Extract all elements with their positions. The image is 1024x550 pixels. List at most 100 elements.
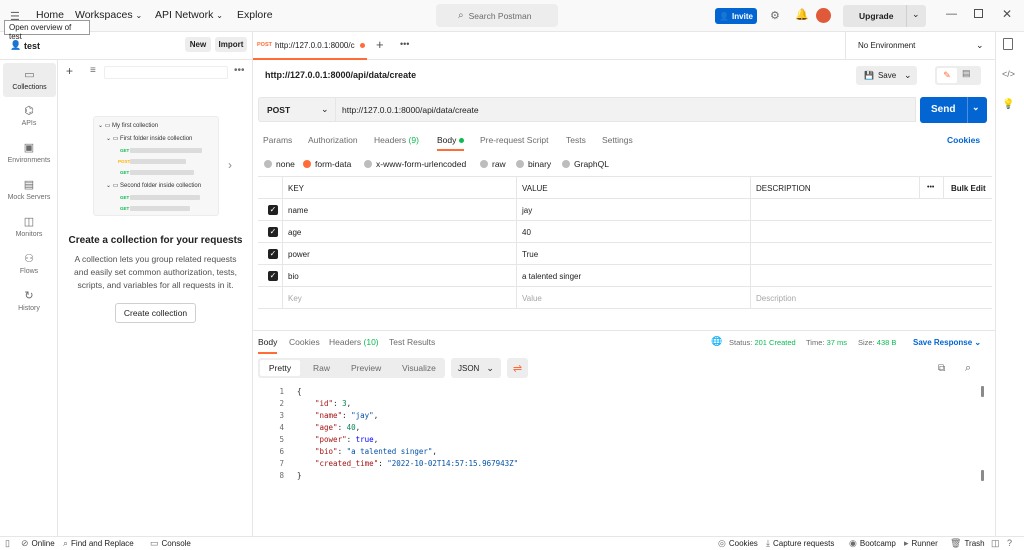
chevron-right-icon[interactable]: › [228,158,232,172]
key-cell[interactable]: name [288,206,308,215]
request-tab[interactable]: POST http://127.0.0.1:8000/c [253,32,367,60]
edit-icon[interactable]: ✎ [937,68,957,83]
copy-icon[interactable]: ⧉ [938,363,945,374]
radio-x-www-form-urlencoded[interactable]: x-www-form-urlencoded [364,159,466,169]
tab-pre-request-script[interactable]: Pre-request Script [480,135,549,145]
radio-graphql[interactable]: GraphQL [562,159,609,169]
row-checkbox[interactable]: ✓ [268,249,278,259]
radio-none[interactable]: none [264,159,295,169]
chevron-down-icon[interactable]: ⌄ [912,9,920,20]
send-button[interactable]: Send ⌄ [920,97,987,123]
row-checkbox[interactable]: ✓ [268,205,278,215]
key-placeholder[interactable]: Key [288,294,302,303]
environment-selector[interactable]: No Environment ⌄ [845,32,995,60]
description-placeholder[interactable]: Description [756,294,796,303]
save-button[interactable]: 💾 Save ⌄ [856,66,917,85]
value-cell[interactable]: 40 [522,228,531,237]
help-icon[interactable]: ? [1007,538,1012,548]
bell-icon[interactable]: 🔔 [795,8,809,21]
create-collection-button[interactable]: Create collection [115,303,196,323]
method-select[interactable]: POST ⌄ [258,97,336,122]
add-icon[interactable]: + [66,64,73,78]
runner-button[interactable]: ▸ Runner [904,538,938,549]
cookies-link[interactable]: Cookies [947,135,980,145]
url-input[interactable]: http://127.0.0.1:8000/api/data/create [336,97,916,122]
import-button[interactable]: Import [215,37,247,52]
pane-divider[interactable] [253,330,995,331]
key-cell[interactable]: bio [288,272,299,281]
comment-icon[interactable]: ▤ [962,68,971,79]
view-tab-visualize[interactable]: Visualize [402,363,436,373]
response-status[interactable]: Status: 201 Created [729,338,796,347]
filter-icon[interactable]: ≡ [90,65,96,76]
search-input[interactable]: ⌕ Search Postman [436,4,558,27]
add-tab-icon[interactable]: + [376,37,384,52]
capture-requests-button[interactable]: ⤓ Capture requests [766,538,834,549]
row-checkbox[interactable]: ✓ [268,227,278,237]
value-cell[interactable]: True [522,250,538,259]
save-response-button[interactable]: Save Response ⌄ [913,338,981,347]
value-cell[interactable]: a talented singer [522,272,581,281]
sidebar-item-mock-servers[interactable]: ▤ Mock Servers [0,179,58,201]
value-cell[interactable]: jay [522,206,532,215]
bootcamp-button[interactable]: ◉ Bootcamp [849,538,896,549]
trash-button[interactable]: 🗑 Trash [950,538,985,549]
sidebar-item-collections[interactable]: ▭ Collections [3,63,56,97]
view-toggle[interactable]: ✎ ▤ [935,66,981,85]
cookies-button[interactable]: ◎ Cookies [718,538,758,549]
wrap-lines-icon[interactable]: ⇌ [507,358,528,378]
scrollbar-thumb[interactable] [981,386,984,397]
lightbulb-icon[interactable]: 💡 [1002,99,1014,110]
key-cell[interactable]: power [288,250,310,259]
sidebar-item-environments[interactable]: ▣ Environments [0,142,58,164]
tab-tests[interactable]: Tests [566,135,586,145]
row-checkbox[interactable]: ✓ [268,271,278,281]
more-options-icon[interactable]: ••• [927,184,934,191]
sidebar-toggle-icon[interactable]: ▯ [5,538,10,549]
tab-authorization[interactable]: Authorization [308,135,358,145]
nav-api-network[interactable]: API Network ⌄ [155,9,223,21]
close-icon[interactable]: ✕ [1002,7,1012,21]
online-status[interactable]: ⊘ Online [21,538,55,549]
scrollbar-thumb[interactable] [981,470,984,481]
response-tab-body[interactable]: Body [258,337,278,354]
workspace-name[interactable]: test [24,41,40,51]
maximize-icon[interactable] [974,9,983,18]
tab-params[interactable]: Params [263,135,292,145]
sidebar-item-apis[interactable]: ⌬ APIs [0,105,58,127]
tab-headers[interactable]: Headers (9) [374,135,419,145]
format-select[interactable]: JSON ⌄ [451,358,501,378]
response-tab-test-results[interactable]: Test Results [389,337,435,347]
response-tab-cookies[interactable]: Cookies [289,337,320,347]
find-replace-button[interactable]: ⌕ Find and Replace [63,538,134,549]
more-tabs-icon[interactable]: ••• [400,39,409,49]
gear-icon[interactable]: ⚙ [770,9,780,22]
layout-icon[interactable]: ◫ [991,538,1000,549]
upgrade-button[interactable]: Upgrade ⌄ [843,5,926,27]
minimize-icon[interactable]: — [946,8,957,20]
bulk-edit-button[interactable]: Bulk Edit [951,184,986,193]
value-placeholder[interactable]: Value [522,294,542,303]
nav-explore[interactable]: Explore [237,9,273,21]
view-tab-raw[interactable]: Raw [313,363,330,373]
chevron-down-icon[interactable]: ⌄ [904,70,912,81]
tab-settings[interactable]: Settings [602,135,633,145]
chevron-down-icon[interactable]: ⌄ [972,102,980,113]
key-cell[interactable]: age [288,228,301,237]
more-options-icon[interactable]: ••• [234,65,245,76]
sidebar-item-flows[interactable]: ⚇ Flows [0,253,58,275]
radio-form-data[interactable]: form-data [303,159,351,169]
request-title[interactable]: http://127.0.0.1:8000/api/data/create [265,70,416,80]
search-icon[interactable]: ⌕ [965,362,971,375]
response-size[interactable]: Size: 438 B [858,338,896,347]
code-icon[interactable]: </> [1002,69,1015,79]
globe-icon[interactable]: 🌐 [711,336,722,347]
view-tab-pretty[interactable]: Pretty [260,360,300,376]
documentation-icon[interactable] [1003,38,1013,50]
response-tab-headers[interactable]: Headers (10) [329,337,379,347]
avatar[interactable] [816,8,831,23]
sidebar-item-monitors[interactable]: ◫ Monitors [0,216,58,238]
radio-raw[interactable]: raw [480,159,506,169]
response-time[interactable]: Time: 37 ms [806,338,847,347]
sidebar-item-history[interactable]: ↻ History [0,290,58,312]
